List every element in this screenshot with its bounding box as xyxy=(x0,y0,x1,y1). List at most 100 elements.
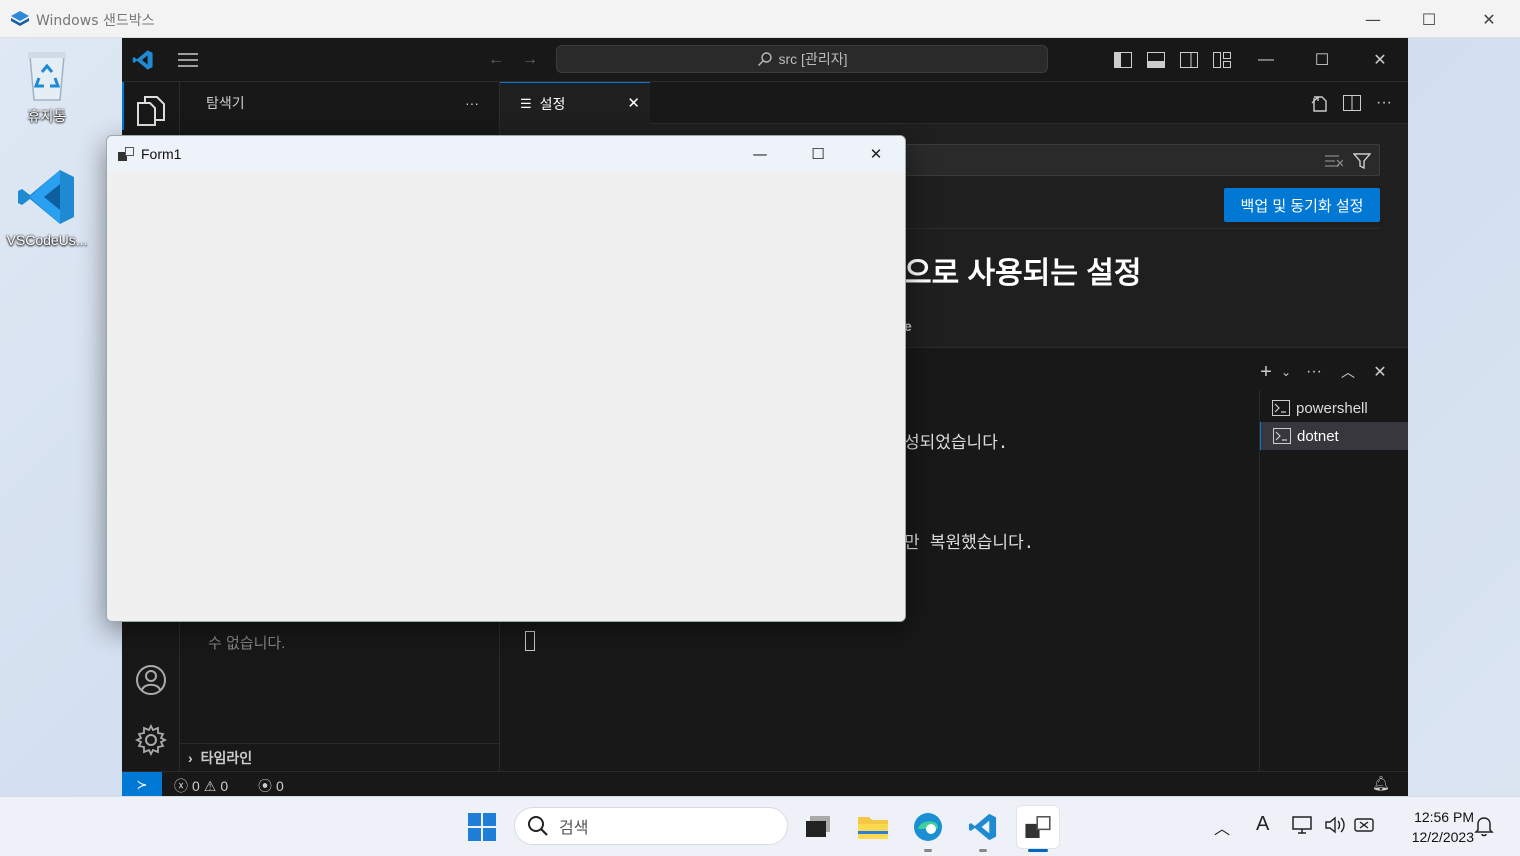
windows-logo-icon xyxy=(468,813,496,841)
chevron-down-icon[interactable]: ⌄ xyxy=(1274,360,1298,384)
vscode-icon xyxy=(968,813,997,841)
open-settings-json-icon[interactable] xyxy=(1308,91,1332,115)
terminal-icon xyxy=(1273,428,1291,444)
desktop-icon-vscode[interactable]: VSCodeUs... xyxy=(2,166,92,248)
vscode-icon xyxy=(18,170,74,224)
sandbox-title: Windows 샌드박스 xyxy=(36,13,155,29)
running-indicator xyxy=(979,849,987,852)
taskbar-clock[interactable]: 12:56 PM 12/2/2023 xyxy=(1392,807,1474,847)
notification-bell-icon[interactable] xyxy=(1474,815,1494,837)
terminal-line: 성되었습니다. xyxy=(904,433,1009,453)
error-count: 0 xyxy=(192,778,200,794)
command-center-label: src [관리자] xyxy=(778,51,848,67)
network-icon[interactable] xyxy=(1292,815,1314,835)
sidebar-more-button[interactable]: ··· xyxy=(465,95,479,111)
chevron-right-icon: › xyxy=(188,749,193,766)
sidebar-title: 탐색기 xyxy=(206,95,245,111)
notifications-bell-icon[interactable]: 🔔︎ xyxy=(1372,775,1390,792)
sandbox-minimize-button[interactable]: — xyxy=(1350,4,1396,34)
settings-file-icon: ☰ xyxy=(520,95,532,111)
explorer-icon[interactable] xyxy=(136,95,166,127)
broadcast-icon: ⦿ xyxy=(258,778,272,794)
terminal-more-icon[interactable]: ··· xyxy=(1302,360,1326,384)
back-arrow-icon[interactable]: ← xyxy=(484,48,508,72)
folder-icon xyxy=(858,817,888,839)
recycle-bin-icon xyxy=(28,52,66,101)
taskbar-search-placeholder: 검색 xyxy=(559,820,589,837)
clear-filter-icon[interactable] xyxy=(1325,154,1343,168)
form1-title: Form1 xyxy=(141,146,182,162)
editor-more-icon[interactable]: ··· xyxy=(1372,91,1396,115)
form1-maximize-button[interactable]: ☐ xyxy=(795,139,841,169)
split-editor-icon[interactable] xyxy=(1340,91,1364,115)
vscode-titlebar: ← → src [관리자] — ☐ ✕ xyxy=(122,38,1408,82)
clock-time: 12:56 PM xyxy=(1414,809,1474,825)
terminal-session-dotnet[interactable]: dotnet xyxy=(1260,422,1408,450)
form1-client-area[interactable] xyxy=(107,172,905,621)
volume-icon[interactable] xyxy=(1324,815,1346,835)
remote-indicator-icon[interactable]: ≻ xyxy=(122,772,162,796)
desktop-icon-label: VSCodeUs... xyxy=(6,232,88,248)
desktop-icon-label: 휴지통 xyxy=(27,108,67,124)
problems-status[interactable]: ⓧ 0 ⚠ 0 xyxy=(174,776,228,796)
close-panel-icon[interactable]: ✕ xyxy=(1368,360,1392,384)
desktop-icon-recycle-bin[interactable]: 휴지통 xyxy=(2,46,92,126)
warning-count: 0 xyxy=(220,778,229,794)
menu-hamburger-icon[interactable] xyxy=(176,48,200,72)
vscode-taskbar-button[interactable] xyxy=(961,805,1005,849)
gear-icon[interactable] xyxy=(135,724,167,756)
active-indicator xyxy=(122,82,124,130)
sandbox-close-button[interactable]: ✕ xyxy=(1466,4,1512,34)
winform-app-icon xyxy=(1025,816,1051,838)
file-explorer-button[interactable] xyxy=(851,805,895,849)
timeline-section-header[interactable]: › 타임라인 xyxy=(180,743,500,771)
ports-status[interactable]: ⦿ 0 xyxy=(258,776,284,796)
terminal-line: 만 복원했습니다. xyxy=(904,533,1034,553)
running-indicator xyxy=(924,849,932,852)
maximize-panel-icon[interactable]: ︿ xyxy=(1336,360,1360,384)
task-view-icon xyxy=(806,816,830,837)
form1-close-button[interactable]: ✕ xyxy=(853,139,899,169)
toggle-primary-sidebar-icon[interactable] xyxy=(1111,48,1135,72)
task-view-button[interactable] xyxy=(796,805,840,849)
tab-settings[interactable]: ☰ 설정 ✕ xyxy=(500,82,650,124)
battery-icon[interactable] xyxy=(1354,817,1376,833)
error-icon: ⓧ xyxy=(174,778,188,794)
vscode-close-button[interactable]: ✕ xyxy=(1368,48,1392,72)
active-app-indicator xyxy=(1028,849,1048,852)
taskbar-search[interactable]: 검색 xyxy=(514,807,788,845)
sandbox-maximize-button[interactable]: ☐ xyxy=(1406,4,1452,34)
form1-titlebar[interactable]: Form1 — ☐ ✕ xyxy=(107,136,905,172)
edge-icon xyxy=(914,813,942,841)
vscode-minimize-button[interactable]: — xyxy=(1254,48,1278,72)
form1-window[interactable]: Form1 — ☐ ✕ xyxy=(106,135,906,622)
terminal-session-powershell[interactable]: powershell xyxy=(1260,394,1408,422)
winform-app-icon xyxy=(118,147,134,161)
vscode-maximize-button[interactable]: ☐ xyxy=(1310,48,1334,72)
taskbar: 검색 ︿ A 12:56 PM 12/2/2023 xyxy=(0,796,1520,856)
status-bar: ≻ ⓧ 0 ⚠ 0 ⦿ 0 🔔︎ xyxy=(122,771,1408,796)
toggle-panel-icon[interactable] xyxy=(1144,48,1168,72)
search-icon xyxy=(528,816,548,836)
backup-sync-button[interactable]: 백업 및 동기화 설정 xyxy=(1224,188,1380,222)
command-center[interactable]: src [관리자] xyxy=(556,45,1048,73)
toggle-secondary-sidebar-icon[interactable] xyxy=(1177,48,1201,72)
ports-count: 0 xyxy=(276,778,284,794)
clock-date: 12/2/2023 xyxy=(1411,829,1474,845)
start-button[interactable] xyxy=(460,805,504,849)
filter-icon[interactable] xyxy=(1353,152,1371,170)
account-icon[interactable] xyxy=(135,664,167,696)
tab-settings-label: 설정 xyxy=(539,95,566,112)
sandbox-titlebar: Windows 샌드박스 — ☐ ✕ xyxy=(0,0,1520,38)
ime-indicator[interactable]: A xyxy=(1256,813,1269,836)
warning-icon: ⚠ xyxy=(203,777,217,794)
show-hidden-icons-button[interactable]: ︿ xyxy=(1214,815,1230,839)
tab-close-button[interactable]: ✕ xyxy=(627,94,640,112)
form1-minimize-button[interactable]: — xyxy=(737,139,783,169)
form1-taskbar-button[interactable] xyxy=(1016,805,1060,849)
customize-layout-icon[interactable] xyxy=(1210,48,1234,72)
edge-button[interactable] xyxy=(906,805,950,849)
forward-arrow-icon[interactable]: → xyxy=(518,48,542,72)
search-icon xyxy=(757,52,772,66)
settings-heading: 으로 사용되는 설정 xyxy=(904,257,1142,290)
